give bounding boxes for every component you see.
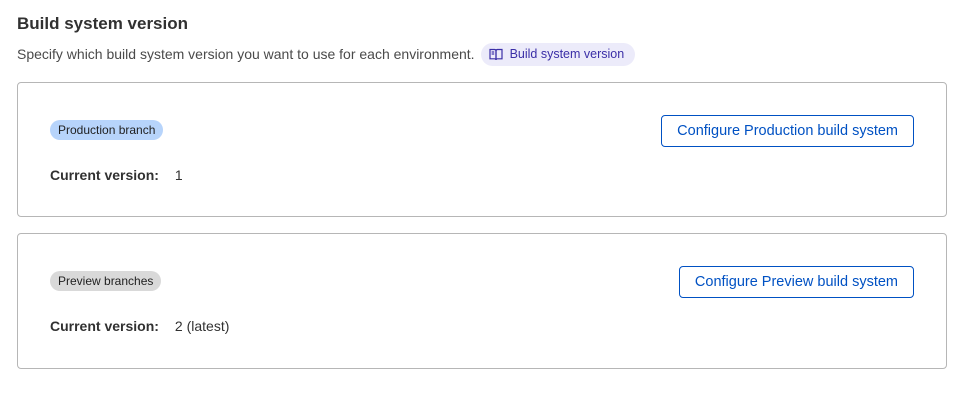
current-version-label: Current version:	[50, 318, 159, 334]
production-branch-badge: Production branch	[50, 120, 164, 140]
book-icon	[488, 48, 503, 61]
description-row: Specify which build system version you w…	[17, 42, 636, 66]
build-system-docs-link[interactable]: Build system version	[480, 42, 636, 66]
configure-preview-build-system-button[interactable]: Configure Preview build system	[678, 266, 914, 298]
production-version-row: Current version: 1	[50, 166, 183, 184]
doc-link-label: Build system version	[509, 47, 625, 61]
section-title: Build system version	[17, 14, 189, 33]
configure-production-build-system-button[interactable]: Configure Production build system	[661, 115, 914, 147]
production-environment-card: Production branch Current version: 1 Con…	[17, 82, 947, 217]
preview-branches-badge: Preview branches	[50, 271, 162, 291]
current-version-label: Current version:	[50, 167, 159, 183]
preview-version-row: Current version: 2 (latest)	[50, 317, 229, 335]
section-description: Specify which build system version you w…	[17, 46, 475, 62]
current-version-value: 2 (latest)	[174, 318, 230, 334]
preview-environment-card: Preview branches Current version: 2 (lat…	[17, 233, 947, 369]
current-version-value: 1	[174, 167, 183, 183]
